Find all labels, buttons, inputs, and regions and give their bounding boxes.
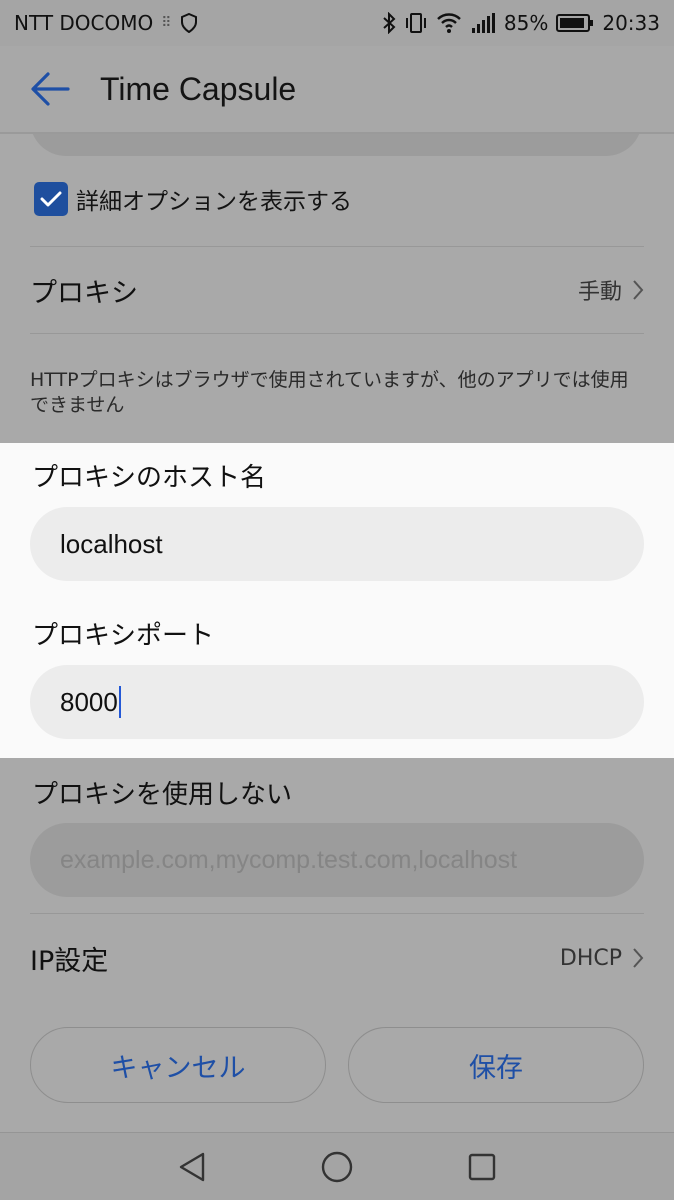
battery-icon	[556, 14, 594, 32]
carrier-name: NTT DOCOMO	[14, 11, 154, 35]
bypass-label: プロキシを使用しない	[32, 780, 293, 810]
proxy-host-label: プロキシのホスト名	[32, 463, 267, 493]
ip-settings-row[interactable]: IP設定 DHCP	[30, 928, 644, 988]
cancel-button[interactable]: キャンセル	[30, 1027, 326, 1103]
bypass-input[interactable]: example.com,mycomp.test.com,localhost	[30, 823, 644, 897]
chevron-right-icon	[633, 280, 644, 300]
ip-value: DHCP	[559, 945, 622, 971]
wifi-icon	[437, 13, 461, 33]
proxy-host-input[interactable]: localhost	[30, 507, 644, 581]
divider	[30, 246, 644, 247]
advanced-options-label: 詳細オプションを表示する	[76, 189, 352, 215]
proxy-port-input[interactable]: 8000	[30, 665, 644, 739]
navigation-bar	[0, 1132, 674, 1200]
advanced-options-row[interactable]: 詳細オプションを表示する	[34, 182, 352, 216]
battery-percent: 85%	[503, 11, 549, 35]
proxy-label: プロキシ	[30, 277, 138, 309]
back-button[interactable]	[0, 45, 100, 133]
divider	[30, 913, 644, 914]
wifi-config-form: 詳細オプションを表示する プロキシ 手動 HTTPプロキシはブラウザで使用されて…	[0, 134, 674, 1132]
proxy-value-group: 手動	[578, 274, 644, 306]
recents-square-icon[interactable]	[467, 1152, 497, 1182]
shield-icon	[180, 13, 197, 33]
page-title: Time Capsule	[100, 70, 297, 107]
back-arrow-icon	[31, 72, 70, 106]
home-circle-icon[interactable]	[320, 1150, 354, 1184]
app-bar: Time Capsule	[0, 46, 674, 134]
status-icons: 85% 20:33	[382, 11, 660, 35]
proxy-note: HTTPプロキシはブラウザで使用されていますが、他のアプリでは使用できません	[30, 369, 629, 416]
back-triangle-icon[interactable]	[177, 1151, 207, 1183]
bypass-placeholder: example.com,mycomp.test.com,localhost	[60, 845, 518, 874]
divider	[30, 333, 644, 334]
status-bar: NTT DOCOMO ⠿ 85% 20:33	[0, 0, 674, 46]
proxy-row[interactable]: プロキシ 手動	[30, 260, 644, 320]
previous-field	[30, 134, 642, 156]
vibrate-icon	[405, 13, 426, 33]
proxy-host-value: localhost	[60, 528, 163, 559]
advanced-options-checkbox[interactable]	[34, 182, 68, 216]
carrier-group: NTT DOCOMO ⠿	[14, 11, 198, 35]
text-cursor	[118, 686, 121, 718]
bluetooth-icon	[383, 12, 396, 34]
proxy-port-label: プロキシポート	[32, 621, 215, 651]
clock: 20:33	[602, 11, 660, 35]
save-button[interactable]: 保存	[348, 1027, 644, 1103]
signal-icon	[471, 13, 495, 33]
data-icon: ⠿	[161, 15, 172, 31]
proxy-port-value: 8000	[60, 686, 118, 717]
chevron-right-icon	[633, 948, 644, 968]
proxy-fields-panel: プロキシのホスト名 localhost プロキシポート 8000	[0, 443, 674, 758]
ip-value-group: DHCP	[560, 946, 644, 971]
proxy-value: 手動	[577, 280, 622, 305]
ip-label: IP設定	[30, 945, 109, 977]
check-icon	[40, 191, 62, 207]
